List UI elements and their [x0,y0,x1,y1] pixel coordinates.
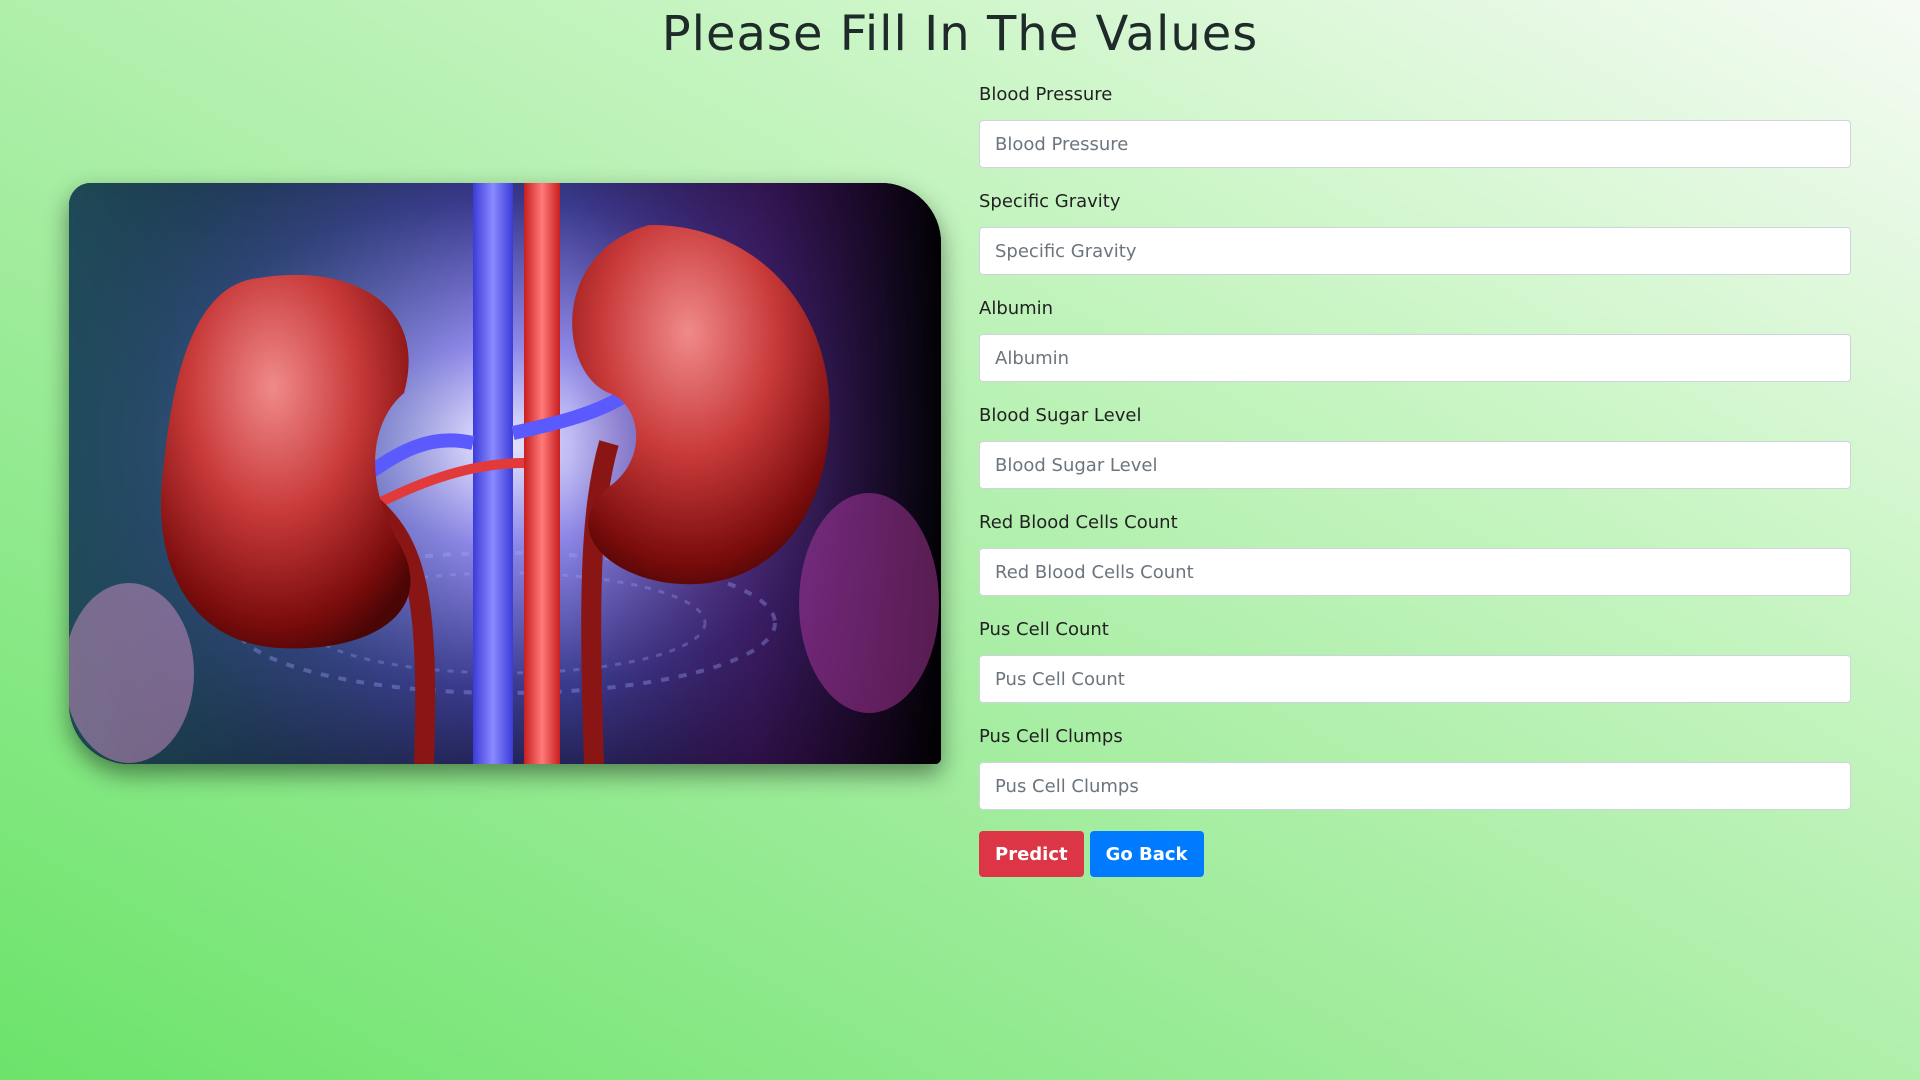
blood-pressure-input[interactable] [979,120,1851,168]
blood-pressure-label: Blood Pressure [979,84,1113,105]
albumin-label: Albumin [979,298,1054,319]
red-blood-cells-count-label: Red Blood Cells Count [979,512,1178,533]
field-pus-cell-count: Pus Cell Count [979,617,1851,703]
albumin-input[interactable] [979,334,1851,382]
blood-sugar-level-label: Blood Sugar Level [979,405,1142,426]
field-blood-sugar-level: Blood Sugar Level [979,403,1851,489]
predict-button[interactable]: Predict [979,831,1084,877]
red-blood-cells-count-input[interactable] [979,548,1851,596]
pus-cell-count-input[interactable] [979,655,1851,703]
specific-gravity-input[interactable] [979,227,1851,275]
page-title: Please Fill In The Values [661,6,1259,62]
field-blood-pressure: Blood Pressure [979,82,1851,168]
field-red-blood-cells-count: Red Blood Cells Count [979,510,1851,596]
kidney-illustration [69,183,941,764]
pus-cell-count-label: Pus Cell Count [979,619,1109,640]
field-pus-cell-clumps: Pus Cell Clumps [979,724,1851,810]
specific-gravity-label: Specific Gravity [979,191,1121,212]
field-albumin: Albumin [979,296,1851,382]
form-actions: Predict Go Back [979,831,1851,877]
field-specific-gravity: Specific Gravity [979,189,1851,275]
values-form: Blood Pressure Specific Gravity Albumin … [979,82,1851,877]
pus-cell-clumps-input[interactable] [979,762,1851,810]
go-back-button[interactable]: Go Back [1089,831,1204,877]
blood-sugar-level-input[interactable] [979,441,1851,489]
pus-cell-clumps-label: Pus Cell Clumps [979,726,1123,747]
